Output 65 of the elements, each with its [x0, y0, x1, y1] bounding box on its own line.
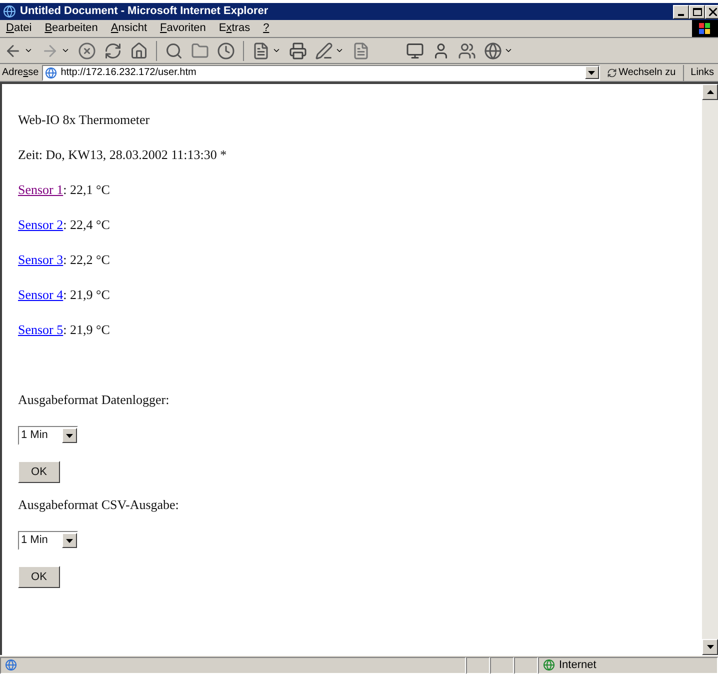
ok-button[interactable]: OK [18, 566, 60, 588]
globe-icon[interactable] [484, 42, 502, 60]
minimize-button[interactable] [673, 4, 689, 18]
document-icon[interactable] [252, 42, 270, 60]
dropdown-arrow-icon [66, 434, 73, 438]
menu-item[interactable]: Favoriten [160, 20, 206, 37]
zone-text: Internet [559, 658, 596, 673]
menu-item[interactable]: Datei [6, 20, 32, 37]
maximize-icon [692, 8, 702, 16]
address-text: http://172.16.232.172/user.htm [60, 66, 198, 80]
users-icon[interactable] [458, 42, 476, 60]
caret-icon[interactable] [61, 46, 70, 55]
caret-icon[interactable] [272, 46, 281, 55]
windows-logo [692, 20, 718, 37]
home-icon[interactable] [130, 42, 148, 60]
address-label: Adresse [2, 66, 39, 80]
address-field[interactable]: http://172.16.232.172/user.htm [42, 64, 600, 80]
links-button[interactable]: Links [686, 65, 718, 80]
time-text: Zeit: Do, KW13, 28.03.2002 11:13:30 * [18, 146, 228, 164]
sensor-link[interactable]: Sensor 5 [18, 320, 64, 340]
sensor-link[interactable]: Sensor 1 [18, 180, 64, 200]
close-button[interactable] [705, 4, 718, 18]
sensor-link[interactable]: Sensor 3 [18, 250, 64, 270]
maximize-button[interactable] [689, 4, 705, 18]
close-icon [709, 8, 717, 16]
scroll-down-icon [706, 645, 714, 649]
menu-item[interactable]: ? [263, 20, 270, 37]
interval-select[interactable]: 1 Min [18, 426, 78, 445]
form-label: Ausgabeformat CSV-Ausgabe: [18, 496, 179, 514]
sensor-link[interactable]: Sensor 4 [18, 285, 64, 304]
stop-icon[interactable] [78, 42, 96, 60]
internet-zone-icon [543, 659, 555, 671]
dropdown-arrow-icon [66, 538, 73, 542]
form-label: Ausgabeformat Datenlogger: [18, 391, 170, 409]
dropdown-button[interactable] [584, 66, 599, 79]
caret-icon[interactable] [504, 46, 513, 55]
search-icon[interactable] [165, 42, 183, 60]
refresh-icon[interactable] [104, 42, 122, 60]
monitor-icon[interactable] [406, 42, 424, 60]
go-button[interactable]: Wechseln zu [602, 65, 680, 80]
sensor-link[interactable]: Sensor 2 [18, 215, 64, 234]
folder-icon[interactable] [191, 42, 209, 60]
printer-icon[interactable] [289, 42, 307, 60]
caret-icon[interactable] [335, 46, 344, 55]
scroll-up-icon [706, 90, 714, 94]
status-pane [490, 656, 514, 674]
sensor-reading: : 22,1 °C [63, 181, 110, 199]
minimize-icon [678, 14, 684, 16]
browser-icon [3, 5, 16, 18]
history-icon[interactable] [217, 42, 235, 60]
menu-item[interactable]: Extras [218, 20, 250, 37]
sensor-reading: : 22,4 °C [63, 216, 110, 234]
interval-select[interactable]: 1 Min [18, 531, 78, 550]
window-title: Untitled Document - Microsoft Internet Explorer [20, 4, 270, 20]
sensor-reading: : 21,9 °C [63, 321, 110, 339]
page-heading: Web-IO 8x Thermometer [18, 111, 151, 129]
menu-item[interactable]: Bearbeiten [44, 20, 98, 37]
edit-icon[interactable] [315, 42, 333, 60]
sensor-reading: : 22,2 °C [63, 251, 110, 269]
dropdown-arrow-icon [588, 70, 596, 74]
caret-icon[interactable] [24, 46, 33, 55]
ok-button[interactable]: OK [18, 461, 60, 484]
sensor-reading: : 21,9 °C [63, 286, 110, 304]
user-icon[interactable] [432, 42, 450, 60]
menu-item[interactable]: Ansicht [110, 20, 148, 37]
